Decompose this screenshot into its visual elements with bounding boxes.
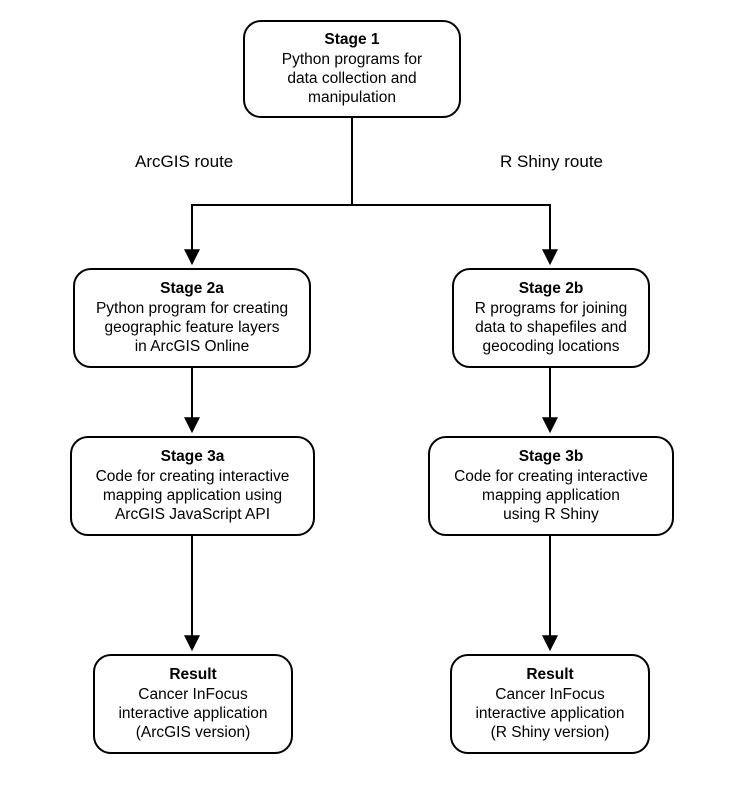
route-right-label: R Shiny route bbox=[500, 152, 603, 172]
result-b-title: Result bbox=[526, 665, 573, 684]
stage1-box: Stage 1 Python programs for data collect… bbox=[243, 20, 461, 118]
stage2a-box: Stage 2a Python program for creating geo… bbox=[73, 268, 311, 368]
stage2b-title: Stage 2b bbox=[519, 279, 584, 298]
stage3b-box: Stage 3b Code for creating interactive m… bbox=[428, 436, 674, 536]
stage3a-text: Code for creating interactive mapping ap… bbox=[96, 467, 290, 525]
stage2b-box: Stage 2b R programs for joining data to … bbox=[452, 268, 650, 368]
stage3b-text: Code for creating interactive mapping ap… bbox=[454, 467, 648, 525]
result-a-text: Cancer InFocus interactive application (… bbox=[118, 685, 267, 743]
stage2b-text: R programs for joining data to shapefile… bbox=[475, 299, 627, 357]
result-a-title: Result bbox=[169, 665, 216, 684]
stage2a-title: Stage 2a bbox=[160, 279, 224, 298]
stage2a-text: Python program for creating geographic f… bbox=[96, 299, 288, 357]
result-a-box: Result Cancer InFocus interactive applic… bbox=[93, 654, 293, 754]
route-left-label: ArcGIS route bbox=[135, 152, 233, 172]
stage1-text: Python programs for data collection and … bbox=[282, 50, 422, 108]
stage1-title: Stage 1 bbox=[324, 30, 379, 49]
result-b-text: Cancer InFocus interactive application (… bbox=[475, 685, 624, 743]
stage3b-title: Stage 3b bbox=[519, 447, 584, 466]
stage3a-box: Stage 3a Code for creating interactive m… bbox=[70, 436, 315, 536]
result-b-box: Result Cancer InFocus interactive applic… bbox=[450, 654, 650, 754]
stage3a-title: Stage 3a bbox=[161, 447, 225, 466]
